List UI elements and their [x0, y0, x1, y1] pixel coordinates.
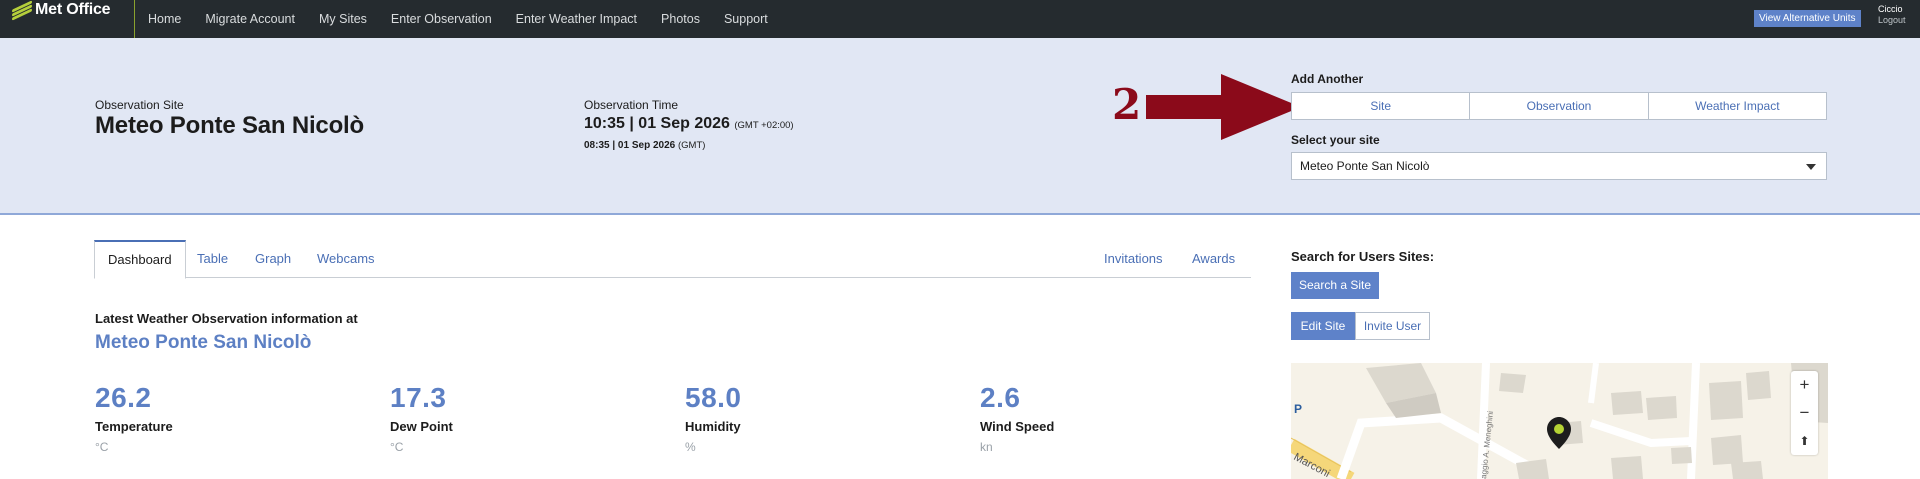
logo-icon [12, 0, 32, 21]
site-select-value: Meteo Ponte San Nicolò [1300, 159, 1430, 173]
metric-name: Dew Point [390, 419, 453, 434]
time-gmt-value: 08:35 | 01 Sep 2026 [584, 140, 676, 151]
nav-item-home[interactable]: Home [136, 12, 193, 26]
observation-time-local: 10:35 | 01 Sep 2026 (GMT +02:00) [584, 115, 794, 133]
map-controls: + − ⬆ [1791, 371, 1818, 455]
tab-table[interactable]: Table [197, 240, 228, 278]
user-name[interactable]: Ciccio [1878, 4, 1906, 15]
invite-user-button[interactable]: Invite User [1355, 312, 1430, 340]
observation-time-gmt: 08:35 | 01 Sep 2026 (GMT) [584, 140, 705, 151]
search-users-sites-label: Search for Users Sites: [1291, 249, 1435, 264]
metric-name: Humidity [685, 419, 741, 434]
tab-awards[interactable]: Awards [1192, 240, 1235, 278]
metric-value: 17.3 [390, 382, 447, 413]
time-gmt-tz: (GMT) [677, 140, 706, 151]
observation-site-name: Meteo Ponte San Nicolò [95, 112, 364, 139]
annotation-arrow-icon [1146, 74, 1301, 140]
observation-header: Observation Site Meteo Ponte San Nicolò … [0, 38, 1920, 215]
metric-unit: kn [980, 440, 993, 454]
observation-time-label: Observation Time [584, 98, 679, 112]
tab-dashboard[interactable]: Dashboard [94, 240, 186, 279]
site-map[interactable]: P Marconi aggio A. Meneghini [1291, 363, 1828, 479]
nav-item-enter-weather-impact[interactable]: Enter Weather Impact [504, 12, 649, 26]
metric-temperature: 26.2 Temperature °C [95, 382, 173, 454]
add-weather-impact-button[interactable]: Weather Impact [1649, 93, 1826, 119]
metric-value: 2.6 [980, 382, 1021, 413]
tab-invitations[interactable]: Invitations [1104, 240, 1163, 278]
add-another-group: Site Observation Weather Impact [1291, 92, 1827, 120]
nav-item-support[interactable]: Support [712, 12, 780, 26]
nav-item-enter-observation[interactable]: Enter Observation [379, 12, 504, 26]
observation-site-label: Observation Site [95, 98, 184, 112]
map-tiles: P Marconi aggio A. Meneghini [1291, 363, 1828, 479]
compass-icon[interactable]: ⬆ [1791, 427, 1818, 455]
time-local-tz: (GMT +02:00) [734, 120, 794, 131]
edit-site-button[interactable]: Edit Site [1291, 312, 1355, 340]
add-site-button[interactable]: Site [1292, 93, 1471, 119]
nav-menu: Home Migrate Account My Sites Enter Obse… [136, 0, 780, 38]
nav-item-my-sites[interactable]: My Sites [307, 12, 379, 26]
time-local-value: 10:35 | 01 Sep 2026 [584, 115, 730, 132]
logo-text: Met Office [35, 1, 111, 18]
metric-humidity: 58.0 Humidity % [685, 382, 742, 454]
tab-webcams[interactable]: Webcams [317, 240, 375, 278]
metric-name: Wind Speed [980, 419, 1055, 434]
site-select[interactable]: Meteo Ponte San Nicolò [1291, 152, 1827, 180]
dashboard-tabs: Dashboard Table Graph Webcams Invitation… [94, 240, 1251, 279]
zoom-out-button[interactable]: − [1791, 399, 1818, 427]
metric-name: Temperature [95, 419, 173, 434]
view-alternative-units-button[interactable]: View Alternative Units [1754, 10, 1861, 27]
latest-observation-site: Meteo Ponte San Nicolò [95, 332, 312, 353]
tab-graph[interactable]: Graph [255, 240, 291, 278]
annotation-number: 2 [1112, 80, 1142, 129]
user-menu: Ciccio Logout [1878, 4, 1906, 26]
top-navigation: Met Office Home Migrate Account My Sites… [0, 0, 1920, 38]
metric-unit: % [685, 440, 696, 454]
latest-observation-label: Latest Weather Observation information a… [95, 311, 358, 326]
search-site-button[interactable]: Search a Site [1291, 272, 1379, 299]
select-site-label: Select your site [1291, 133, 1380, 147]
add-another-label: Add Another [1291, 72, 1364, 86]
nav-item-photos[interactable]: Photos [649, 12, 712, 26]
logout-link[interactable]: Logout [1878, 15, 1906, 26]
metric-value: 58.0 [685, 382, 742, 413]
poi-label: P [1294, 402, 1302, 416]
metric-wind-speed: 2.6 Wind Speed kn [980, 382, 1054, 454]
metric-dew-point: 17.3 Dew Point °C [390, 382, 453, 454]
chevron-down-icon [1806, 164, 1816, 170]
add-observation-button[interactable]: Observation [1470, 93, 1649, 119]
metric-unit: °C [95, 440, 109, 454]
zoom-in-button[interactable]: + [1791, 371, 1818, 399]
metric-value: 26.2 [95, 382, 152, 413]
met-office-logo[interactable]: Met Office [12, 0, 135, 38]
nav-item-migrate-account[interactable]: Migrate Account [193, 12, 307, 26]
metric-unit: °C [390, 440, 404, 454]
